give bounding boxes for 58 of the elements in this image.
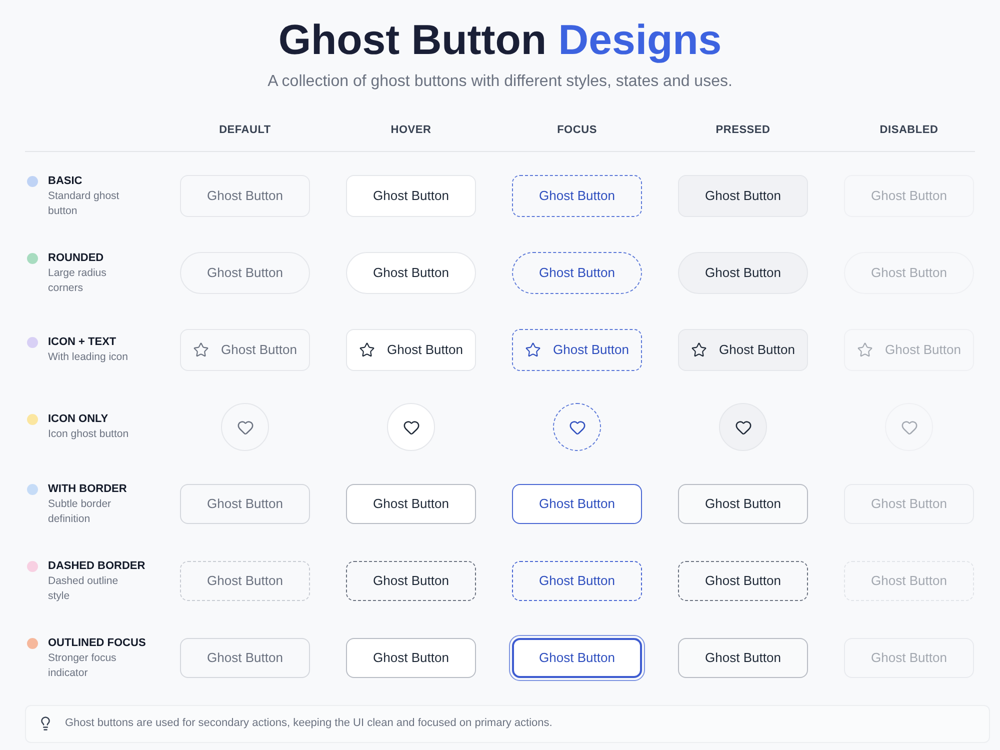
ghost-button[interactable]: Ghost Button xyxy=(346,252,476,294)
ghost-button[interactable]: Ghost Button xyxy=(512,175,642,217)
ghost-button[interactable]: Ghost Button xyxy=(346,638,476,678)
info-text: Ghost buttons are used for secondary actions, keeping the UI clean and focused on primary actions. xyxy=(65,716,552,732)
row-title: WITH BORDER xyxy=(48,482,128,496)
page-subtitle: A collection of ghost buttons with different styles, states and uses. xyxy=(266,72,734,92)
star-icon xyxy=(691,342,708,358)
lightbulb-icon xyxy=(38,716,53,731)
row-description: Dashed outline style xyxy=(48,574,120,604)
heart-icon xyxy=(734,418,752,436)
ghost-button[interactable]: Ghost Button xyxy=(180,638,310,678)
ghost-button[interactable]: Ghost Button xyxy=(180,561,310,601)
column-header: PRESSED xyxy=(716,123,770,138)
heart-icon xyxy=(568,418,586,436)
row-description: Standard ghost button xyxy=(48,188,120,218)
heart-icon xyxy=(900,418,918,436)
ghost-button[interactable]: Ghost Button xyxy=(678,175,808,217)
ghost-button[interactable]: Ghost Button xyxy=(346,484,476,524)
column-header: HOVER xyxy=(390,123,432,138)
ghost-button[interactable]: Ghost Button xyxy=(346,329,476,371)
row-title: DASHED BORDER xyxy=(48,558,146,574)
row-title: BASIC xyxy=(48,174,84,188)
row-description: Stronger focus indicator xyxy=(48,650,118,680)
star-icon xyxy=(359,342,376,358)
column-header: DEFAULT xyxy=(219,123,271,138)
ghost-button[interactable]: Ghost Button xyxy=(346,175,476,217)
row-title: ICON + TEXT xyxy=(48,335,118,350)
row-description: Icon ghost button xyxy=(48,427,130,442)
ghost-button[interactable]: Ghost Button xyxy=(180,175,310,217)
heart-icon xyxy=(236,418,254,436)
row-title: OUTLINED FOCUS xyxy=(48,636,146,650)
ghost-button[interactable]: Ghost Button xyxy=(678,252,808,294)
heart-button[interactable] xyxy=(553,403,601,451)
row-title: ROUNDED xyxy=(48,250,105,266)
ghost-button[interactable]: Ghost Button xyxy=(512,329,642,371)
heart-icon xyxy=(402,418,420,436)
ghost-button[interactable]: Ghost Button xyxy=(678,484,808,524)
ghost-button[interactable]: Ghost Button xyxy=(512,638,642,678)
ghost-button[interactable]: Ghost Button xyxy=(346,561,476,601)
column-header: FOCUS xyxy=(557,123,597,138)
ghost-button[interactable]: Ghost Button xyxy=(512,252,642,294)
star-icon xyxy=(193,342,210,358)
star-icon xyxy=(525,342,542,358)
row-description: With leading icon xyxy=(48,350,129,365)
ghost-button[interactable]: Ghost Button xyxy=(678,638,808,678)
ghost-button[interactable]: Ghost Button xyxy=(678,561,808,601)
ghost-button[interactable]: Ghost Button xyxy=(678,329,808,371)
row-description: Subtle border definition xyxy=(48,496,112,526)
ghost-button[interactable]: Ghost Button xyxy=(180,329,310,371)
column-header: DISABLED xyxy=(880,123,938,138)
ghost-button[interactable]: Ghost Button xyxy=(512,561,642,601)
row-title: ICON ONLY xyxy=(48,412,110,427)
star-icon xyxy=(857,342,874,358)
row-description: Large radius corners xyxy=(48,266,108,296)
ghost-button[interactable]: Ghost Button xyxy=(180,252,310,294)
ghost-button[interactable]: Ghost Button xyxy=(512,484,642,524)
ghost-button[interactable]: Ghost Button xyxy=(180,484,310,524)
page-title: Ghost Button Designs xyxy=(277,15,723,65)
